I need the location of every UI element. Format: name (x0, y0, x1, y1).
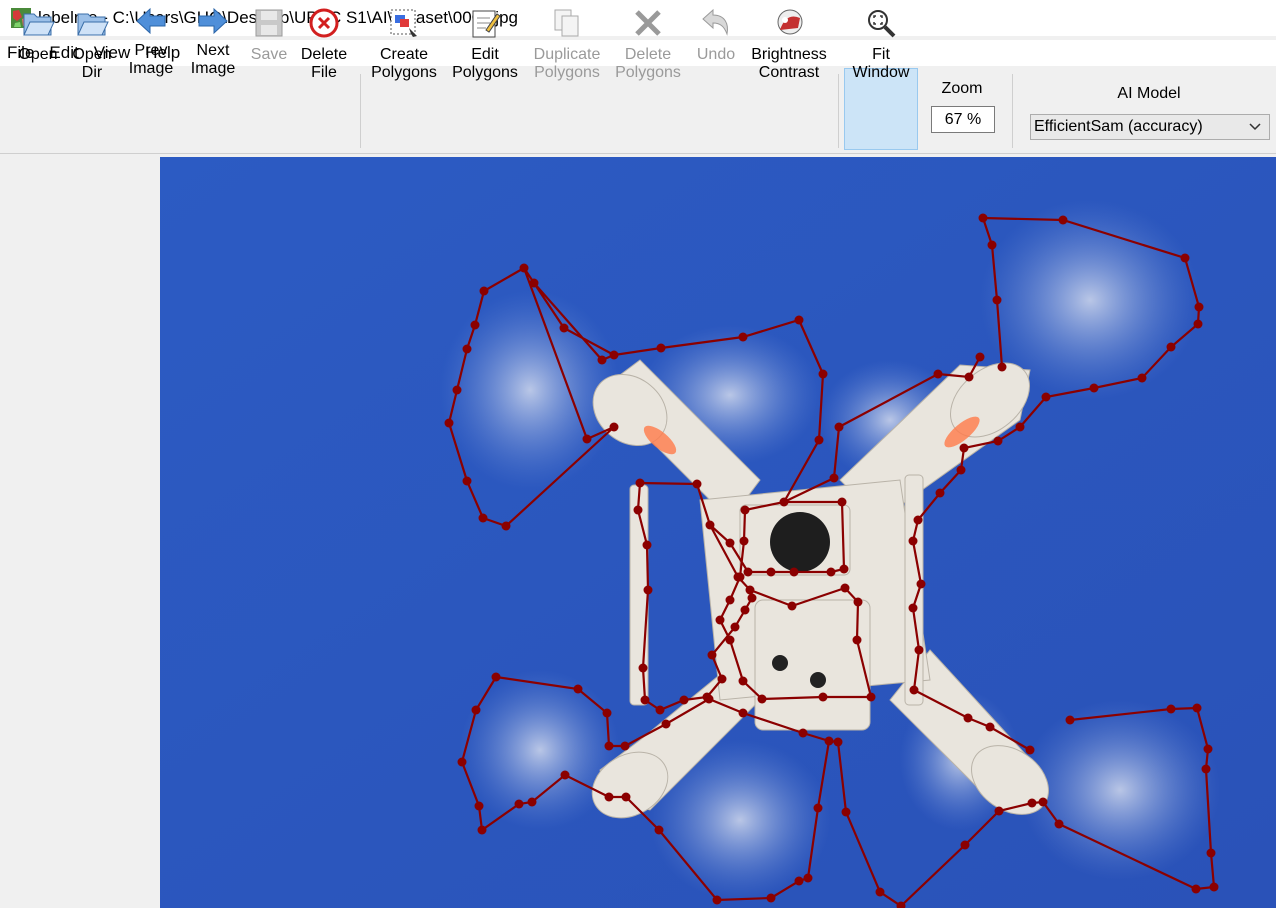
cross-icon (635, 10, 661, 36)
sensor-dot (810, 672, 826, 688)
camera-lens (770, 512, 830, 572)
image-canvas[interactable] (160, 157, 1276, 908)
toolbar-separator (360, 74, 361, 148)
create-polygon-icon (390, 9, 417, 37)
ai-model-select[interactable]: EfficientSam (accuracy) (1030, 114, 1270, 140)
next-image-button[interactable]: Next Image (186, 4, 240, 84)
ai-model-label: AI Model (1117, 85, 1181, 102)
toolbar-separator (838, 74, 839, 148)
prev-image-button[interactable]: Prev Image (124, 4, 178, 84)
duplicate-polygons-button[interactable]: Duplicate Polygons (530, 4, 604, 84)
arrow-left-icon (136, 7, 166, 35)
delete-file-button[interactable]: Delete File (298, 4, 350, 84)
zoom-control: Zoom 67 % (926, 80, 998, 133)
sensor-dot (772, 655, 788, 671)
brightness-contrast-button[interactable]: Brightness Contrast (748, 4, 830, 84)
delete-polygons-button[interactable]: Delete Polygons (612, 4, 684, 84)
create-polygons-label: Create Polygons (371, 46, 437, 81)
arrow-right-icon (198, 7, 228, 35)
edit-polygons-label: Edit Polygons (452, 46, 518, 81)
chevron-down-icon (1249, 123, 1261, 131)
brightness-icon (777, 9, 803, 35)
annotation-svg (160, 157, 1276, 908)
zoom-input[interactable]: 67 % (931, 106, 995, 133)
open-dir-button[interactable]: Open Dir (66, 4, 118, 84)
fit-window-label: Fit Window (852, 46, 910, 81)
open-label: Open (18, 46, 58, 63)
folder-open-icon (77, 13, 109, 36)
fit-window-button[interactable]: Fit Window (846, 4, 916, 84)
close-circle-icon (309, 8, 339, 38)
brightness-contrast-label: Brightness Contrast (751, 46, 827, 81)
delete-file-label: Delete File (300, 46, 348, 81)
open-button[interactable]: Open (12, 4, 64, 84)
floppy-disk-icon (255, 9, 283, 37)
toolbar-separator (1012, 74, 1013, 148)
undo-label: Undo (696, 46, 736, 63)
ai-model-value: EfficientSam (accuracy) (1034, 118, 1203, 135)
propeller-blur (440, 290, 620, 490)
zoom-label: Zoom (941, 80, 983, 97)
save-button[interactable]: Save (246, 4, 292, 84)
copy-icon (554, 9, 579, 37)
save-label: Save (250, 46, 288, 63)
undo-icon (702, 8, 728, 36)
next-image-label: Next Image (190, 42, 236, 77)
folder-open-icon (23, 13, 55, 36)
duplicate-polygons-label: Duplicate Polygons (533, 46, 601, 81)
left-dock-panel (0, 156, 160, 908)
edit-polygons-button[interactable]: Edit Polygons (450, 4, 520, 84)
delete-polygons-label: Delete Polygons (615, 46, 681, 81)
open-dir-label: Open Dir (72, 46, 112, 81)
create-polygons-button[interactable]: Create Polygons (368, 4, 440, 84)
undo-button[interactable]: Undo (692, 4, 740, 84)
edit-pencil-icon (472, 10, 501, 38)
magnifier-icon (868, 10, 896, 38)
prev-image-label: Prev Image (128, 42, 174, 77)
